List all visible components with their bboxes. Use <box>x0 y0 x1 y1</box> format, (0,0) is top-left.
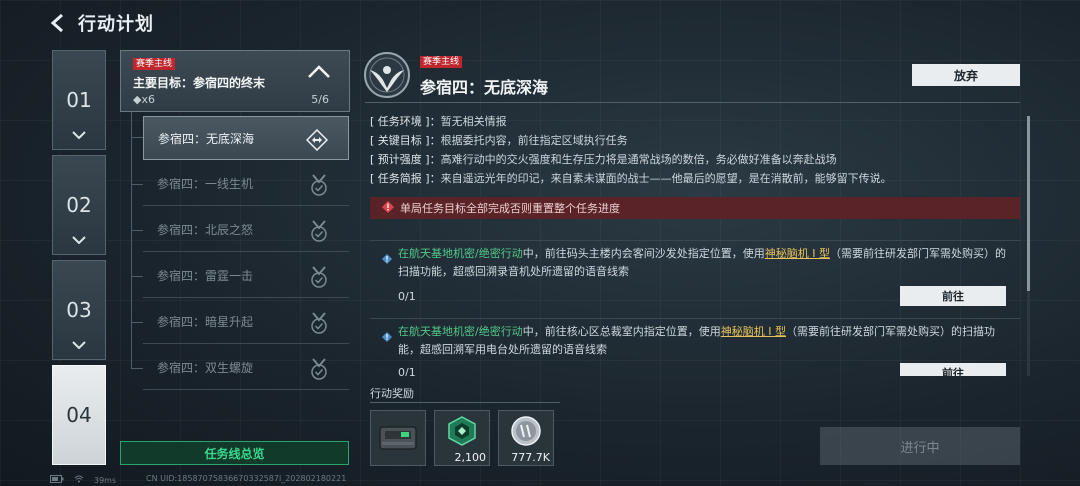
completed-medal-icon <box>309 220 329 246</box>
info-line-intensity: [ 预计强度 ]：高难行动中的交火强度和生存压力将是通常战场的数倍，务必做好准备… <box>370 150 1020 169</box>
tree-connector <box>131 112 132 368</box>
info-line-briefing: [ 任务简报 ]：来自遥远光年的印记，来自素未谋面的战士——他最后的愿望，是在消… <box>370 169 1020 188</box>
task-progress: 0/1 <box>398 290 416 303</box>
chevron-up-icon[interactable] <box>307 64 331 83</box>
completed-medal-icon <box>309 266 329 292</box>
reward-item[interactable]: 2,100 <box>434 410 490 466</box>
task-progress: 0/1 <box>398 366 416 376</box>
divider <box>370 402 560 403</box>
task-text: 中，前往核心区总裁室内指定位置，使用 <box>522 325 721 338</box>
sub-mission-item[interactable]: 参宿四：北辰之怒 <box>143 208 349 252</box>
season-tag: 赛季主线 <box>420 56 463 68</box>
abandon-button[interactable]: 放弃 <box>912 64 1020 86</box>
season-tag: 赛季主线 <box>133 58 176 70</box>
chapter-number: 03 <box>66 298 92 322</box>
chevron-down-icon <box>72 124 86 143</box>
main-goal-title: 主要目标：参宿四的终末 <box>133 76 266 90</box>
ping-value: 39ms <box>94 475 117 485</box>
info-key: [ 关键目标 ]： <box>370 134 441 147</box>
sub-mission-label: 参宿四：北辰之怒 <box>157 223 254 237</box>
warning-text: 单局任务目标全部完成否则重置整个任务进度 <box>400 202 620 215</box>
chapter-number: 02 <box>66 193 92 217</box>
tree-tick <box>131 276 143 277</box>
header: 行动计划 <box>50 10 154 36</box>
task-description: 在航天基地机密/绝密行动中，前往码头主楼内会客间沙发处指定位置，使用神秘脑机 I… <box>398 245 1008 281</box>
info-key: [ 任务环境 ]： <box>370 115 441 128</box>
chapter-tab-01[interactable]: 01 <box>52 50 106 150</box>
main-goal-progress: 5/6 <box>311 93 329 106</box>
completed-medal-icon <box>309 174 329 200</box>
warning-icon <box>382 200 394 216</box>
chevron-down-icon <box>72 229 86 248</box>
sub-mission-label: 参宿四：无底深海 <box>158 131 255 146</box>
rewards-label: 行动奖励 <box>370 387 414 400</box>
battery-icon <box>50 475 64 485</box>
task-description: 在航天基地机密/绝密行动中，前往核心区总裁室内指定位置，使用神秘脑机 I 型（需… <box>398 323 1008 359</box>
info-key: [ 预计强度 ]： <box>370 153 441 166</box>
task-item-link[interactable]: 神秘脑机 I 型 <box>721 325 786 338</box>
sub-mission-item[interactable]: 参宿四：一线生机 <box>143 162 349 206</box>
supply-case-icon <box>371 426 425 469</box>
warning-bar: 单局任务目标全部完成否则重置整个任务进度 <box>370 197 1020 219</box>
sub-mission-item[interactable]: 参宿四：雷霆一击 <box>143 254 349 298</box>
info-line-objective: [ 关键目标 ]：根据委托内容，前往指定区域执行任务 <box>370 131 1020 150</box>
sub-mission-item[interactable]: 参宿四：双生螺旋 <box>143 346 349 390</box>
info-icon <box>382 249 392 268</box>
info-key: [ 任务简报 ]： <box>370 172 441 185</box>
task-item: 在航天基地机密/绝密行动中，前往核心区总裁室内指定位置，使用神秘脑机 I 型（需… <box>370 318 1020 376</box>
goto-button[interactable]: 前往 <box>900 286 1006 306</box>
info-line-environment: [ 任务环境 ]：暂无相关情报 <box>370 112 1020 131</box>
info-value: 根据委托内容，前往指定区域执行任务 <box>440 134 628 147</box>
task-list: 在航天基地机密/绝密行动中，前往码头主楼内会客间沙发处指定位置，使用神秘脑机 I… <box>370 236 1020 376</box>
chevron-down-icon <box>72 334 86 353</box>
main-goal-card[interactable]: 赛季主线 主要目标：参宿四的终末 ◆x6 5/6 <box>120 50 350 112</box>
in-progress-button[interactable]: 进行中 <box>820 427 1020 465</box>
tree-tick <box>131 184 143 185</box>
in-progress-icon <box>305 128 329 155</box>
sub-mission-label: 参宿四：雷霆一击 <box>157 269 254 283</box>
sub-mission-label: 参宿四：暗星升起 <box>157 315 254 329</box>
chapter-tab-04[interactable]: 04 <box>52 365 106 465</box>
info-value: 暂无相关情报 <box>440 115 507 128</box>
tree-tick <box>131 230 143 231</box>
mission-info: [ 任务环境 ]：暂无相关情报 [ 关键目标 ]：根据委托内容，前往指定区域执行… <box>370 112 1020 188</box>
chapter-number: 04 <box>66 403 92 427</box>
mission-title: 参宿四：无底深海 <box>420 78 549 97</box>
task-item: 在航天基地机密/绝密行动中，前往码头主楼内会客间沙发处指定位置，使用神秘脑机 I… <box>370 240 1020 312</box>
task-location: 在航天基地机密/绝密行动 <box>398 247 523 260</box>
eagle-emblem-icon <box>362 50 412 100</box>
divider <box>365 102 1020 103</box>
info-value: 来自遥远光年的印记，来自素未谋面的战士——他最后的愿望，是在消散前，能够留下传说… <box>440 172 892 185</box>
chapter-tab-02[interactable]: 02 <box>52 155 106 255</box>
mission-line-overview-button[interactable]: 任务线总览 <box>120 441 349 465</box>
tree-tick <box>131 368 143 369</box>
reward-quantity: 777.7K <box>511 451 550 464</box>
completed-medal-icon <box>309 312 329 338</box>
info-icon <box>382 327 392 346</box>
uid-text: CN UID:18587075836670332587l_20280218022… <box>146 474 347 483</box>
sub-mission-label: 参宿四：双生螺旋 <box>157 361 254 375</box>
status-bar: 39ms <box>50 474 116 486</box>
task-location: 在航天基地机密/绝密行动 <box>398 325 523 338</box>
goto-button[interactable]: 前往 <box>900 363 1006 376</box>
task-text: 中，前往码头主楼内会客间沙发处指定位置，使用 <box>522 247 765 260</box>
scrollbar-thumb[interactable] <box>1027 116 1030 291</box>
reward-item[interactable]: 777.7K <box>498 410 554 466</box>
reward-quantity: 2,100 <box>454 451 487 464</box>
wifi-icon <box>74 475 84 485</box>
chapter-number: 01 <box>66 88 92 112</box>
sub-mission-item[interactable]: 参宿四：暗星升起 <box>143 300 349 344</box>
sub-mission-label: 参宿四：一线生机 <box>157 177 254 191</box>
main-goal-count: ◆x6 <box>133 93 155 106</box>
reward-item[interactable] <box>370 410 426 466</box>
tree-tick <box>131 322 143 323</box>
task-item-link[interactable]: 神秘脑机 I 型 <box>765 247 830 260</box>
sub-mission-item[interactable]: 参宿四：无底深海 <box>143 116 349 160</box>
completed-medal-icon <box>309 358 329 384</box>
chapter-tab-03[interactable]: 03 <box>52 260 106 360</box>
back-arrow-icon[interactable] <box>50 12 68 34</box>
tree-tick <box>131 137 143 138</box>
page-title: 行动计划 <box>78 14 154 35</box>
info-value: 高难行动中的交火强度和生存压力将是通常战场的数倍，务必做好准备以奔赴战场 <box>440 153 837 166</box>
